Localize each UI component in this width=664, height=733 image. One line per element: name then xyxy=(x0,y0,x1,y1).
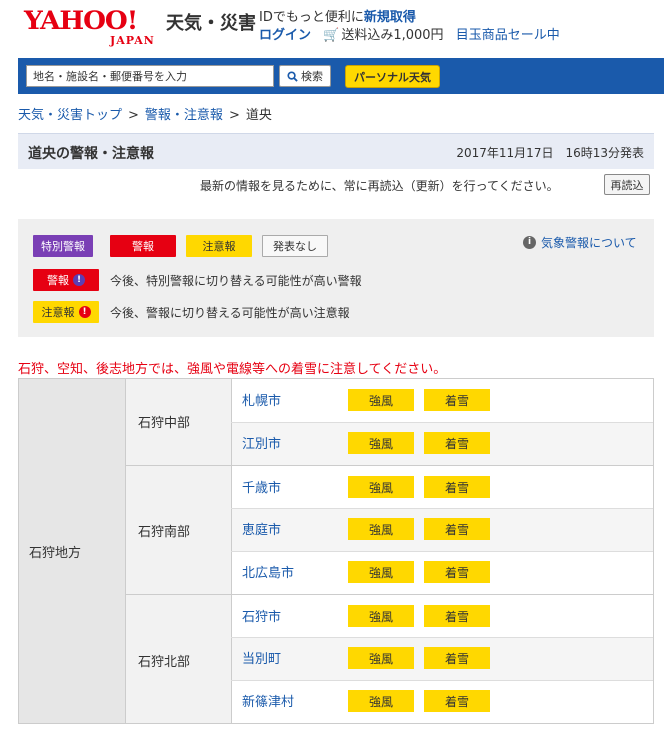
legend-none: 発表なし xyxy=(262,235,328,257)
promo-line-1: IDでもっと便利に新規取得 xyxy=(259,6,416,25)
advisory-tag: 強風 xyxy=(348,647,414,669)
table-row: 新篠津村 強風 着雪 xyxy=(231,680,653,723)
advisory-tag: 着雪 xyxy=(424,432,490,454)
reload-button[interactable]: 再読込 xyxy=(604,174,650,195)
region-cell: 石狩地方 xyxy=(19,379,125,723)
legend-box: 特別警報 警報 注意報 発表なし i 気象警報について 警報! 今後、特別警報に… xyxy=(18,219,654,337)
logo-main-text: YAHOO! xyxy=(24,6,138,35)
yahoo-japan-logo[interactable]: YAHOO! JAPAN xyxy=(24,6,164,48)
register-link[interactable]: 新規取得 xyxy=(364,10,416,25)
advisory-tag: 着雪 xyxy=(424,389,490,411)
table-row: 江別市 強風 着雪 xyxy=(231,422,653,465)
search-input[interactable] xyxy=(26,65,274,87)
row-divider xyxy=(231,508,653,509)
row-divider xyxy=(231,422,653,423)
service-name[interactable]: 天気・災害 xyxy=(166,9,256,35)
legend-warning: 警報 xyxy=(110,235,176,257)
breadcrumb-top[interactable]: 天気・災害トップ xyxy=(18,108,122,123)
city-link[interactable]: 札幌市 xyxy=(242,390,281,409)
search-bar: 検索 パーソナル天気 xyxy=(18,58,664,94)
city-link[interactable]: 江別市 xyxy=(242,433,281,452)
breadcrumb-separator: > xyxy=(128,108,139,123)
issued-timestamp: 2017年11月17日 16時13分発表 xyxy=(456,146,644,160)
advisory-tag: 強風 xyxy=(348,476,414,498)
advisory-tag: 強風 xyxy=(348,561,414,583)
advisory-tag: 強風 xyxy=(348,518,414,540)
legend-advisory-possible: 注意報! xyxy=(33,301,99,323)
subregion-cell: 石狩中部 xyxy=(125,379,231,465)
exclamation-icon: ! xyxy=(78,306,91,318)
city-link[interactable]: 恵庭市 xyxy=(242,519,281,538)
search-button[interactable]: 検索 xyxy=(279,65,331,87)
cart-promo-link[interactable]: 送料込み1,000円 xyxy=(341,28,443,43)
advisory-tag: 着雪 xyxy=(424,561,490,583)
search-button-label: 検索 xyxy=(301,70,323,83)
reload-notice: 最新の情報を見るために、常に再読込（更新）を行ってください。 xyxy=(200,179,559,193)
city-link[interactable]: 新篠津村 xyxy=(242,691,294,710)
page-title-bar: 道央の警報・注意報 2017年11月17日 16時13分発表 xyxy=(18,133,654,169)
region-name: 石狩地方 xyxy=(29,546,82,561)
row-divider xyxy=(231,680,653,681)
promo-text: IDでもっと便利に xyxy=(259,10,364,25)
table-row: 札幌市 強風 着雪 xyxy=(231,379,653,422)
about-warnings-link[interactable]: i 気象警報について xyxy=(523,234,637,251)
legend-advisory-possible-label: 注意報 xyxy=(41,306,75,319)
table-row: 石狩市 強風 着雪 xyxy=(231,594,653,637)
warnings-table: 石狩地方 石狩中部 石狩南部 石狩北部 札幌市 強風 着雪 江別市 強風 着雪 … xyxy=(18,378,654,724)
legend-warning-possible-label: 警報 xyxy=(47,274,69,287)
legend-warning-possible-desc: 今後、特別警報に切り替える可能性が高い警報 xyxy=(110,274,362,288)
alert-message: 石狩、空知、後志地方では、強風や電線等への着雪に注意してください。 xyxy=(18,362,447,377)
city-link[interactable]: 石狩市 xyxy=(242,606,281,625)
advisory-tag: 着雪 xyxy=(424,605,490,627)
advisory-tag: 強風 xyxy=(348,605,414,627)
subregion-name: 石狩中部 xyxy=(138,416,191,431)
subregion-name: 石狩北部 xyxy=(138,655,191,670)
breadcrumb-current: 道央 xyxy=(245,108,272,123)
row-divider xyxy=(231,551,653,552)
header: YAHOO! JAPAN 天気・災害 IDでもっと便利に新規取得 ログイン 🛒 送… xyxy=(0,0,664,56)
legend-warning-possible: 警報! xyxy=(33,269,99,291)
table-row: 当別町 強風 着雪 xyxy=(231,637,653,680)
table-row: 千歳市 強風 着雪 xyxy=(231,465,653,508)
subregion-name: 石狩南部 xyxy=(138,525,191,540)
legend-special-warning: 特別警報 xyxy=(33,235,93,257)
info-icon: i xyxy=(523,236,536,249)
breadcrumb-warnings[interactable]: 警報・注意報 xyxy=(145,108,223,123)
about-warnings-label: 気象警報について xyxy=(541,236,637,250)
breadcrumb-separator: > xyxy=(228,108,240,123)
city-link[interactable]: 北広島市 xyxy=(242,562,294,581)
legend-advisory: 注意報 xyxy=(186,235,252,257)
advisory-tag: 強風 xyxy=(348,690,414,712)
advisory-tag: 着雪 xyxy=(424,476,490,498)
subregion-cell: 石狩北部 xyxy=(125,594,231,723)
row-divider xyxy=(231,637,653,638)
city-link[interactable]: 当別町 xyxy=(242,648,281,667)
advisory-tag: 着雪 xyxy=(424,647,490,669)
promo-line-2: ログイン 🛒 送料込み1,000円 目玉商品セール中 xyxy=(259,24,560,43)
advisory-tag: 着雪 xyxy=(424,690,490,712)
cart-icon: 🛒 xyxy=(323,28,340,43)
city-link[interactable]: 千歳市 xyxy=(242,477,281,496)
legend-advisory-possible-desc: 今後、警報に切り替える可能性が高い注意報 xyxy=(110,306,350,320)
page-title: 道央の警報・注意報 xyxy=(28,146,154,162)
table-row: 北広島市 強風 着雪 xyxy=(231,551,653,594)
advisory-tag: 強風 xyxy=(348,389,414,411)
subregion-cell: 石狩南部 xyxy=(125,465,231,594)
search-icon xyxy=(287,70,298,82)
exclamation-icon: ! xyxy=(73,274,85,286)
logo-sub-text: JAPAN xyxy=(110,34,155,47)
table-row: 恵庭市 強風 着雪 xyxy=(231,508,653,551)
sale-link[interactable]: 目玉商品セール中 xyxy=(456,28,560,43)
breadcrumb: 天気・災害トップ > 警報・注意報 > 道央 xyxy=(18,104,272,123)
personal-weather-button[interactable]: パーソナル天気 xyxy=(345,65,440,88)
advisory-tag: 着雪 xyxy=(424,518,490,540)
login-link[interactable]: ログイン xyxy=(259,28,311,43)
advisory-tag: 強風 xyxy=(348,432,414,454)
